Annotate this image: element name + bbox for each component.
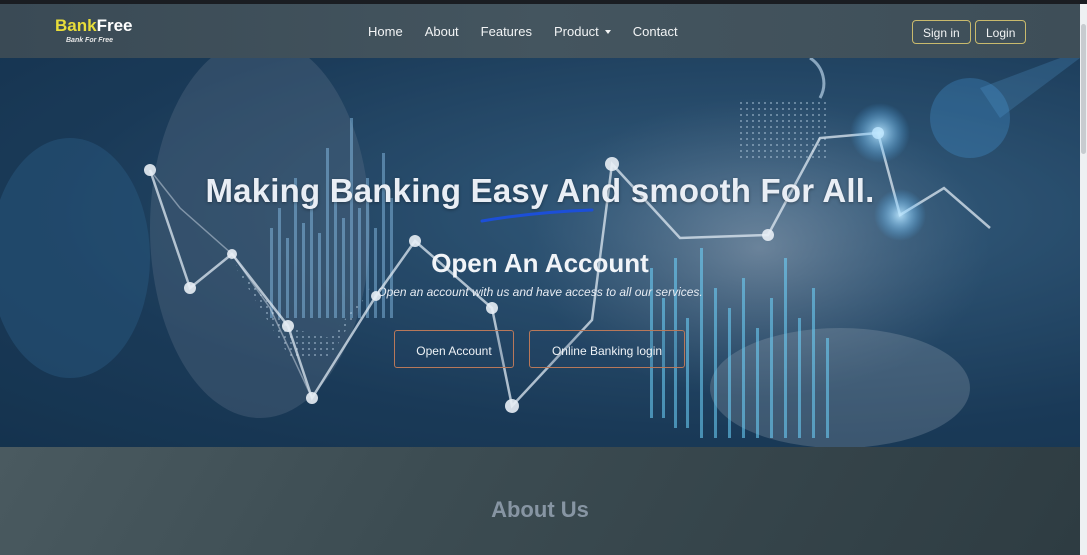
nav-link-contact[interactable]: Contact xyxy=(633,24,678,40)
nav-link-product[interactable]: Product xyxy=(554,24,611,40)
brand-logo[interactable]: BankFree Bank For Free xyxy=(55,16,133,44)
brand-name: BankFree xyxy=(55,16,133,35)
nav-links: Home About Features Product Contact xyxy=(368,24,700,40)
brand-tagline: Bank For Free xyxy=(66,37,114,44)
online-banking-login-button[interactable]: Online Banking login xyxy=(529,330,685,368)
about-title: About Us xyxy=(491,497,589,522)
hero-subtitle: Open An Account xyxy=(431,248,649,278)
chevron-down-icon xyxy=(604,30,611,34)
page-scrollbar[interactable] xyxy=(1080,4,1087,555)
scrollbar-thumb[interactable] xyxy=(1081,24,1086,154)
hero-title-underline xyxy=(480,208,594,223)
nav-link-about[interactable]: About xyxy=(425,24,459,40)
nav-link-home[interactable]: Home xyxy=(368,24,403,40)
brand-name-bank: Bank xyxy=(55,16,97,35)
hero-title: Making Banking Easy And smooth For All. xyxy=(205,172,875,209)
hero-description: Open an account with us and have access … xyxy=(377,285,703,299)
signin-button[interactable]: Sign in xyxy=(912,20,971,44)
navbar: BankFree Bank For Free Home About Featur… xyxy=(0,4,1087,58)
login-button[interactable]: Login xyxy=(975,20,1027,44)
brand-name-free: Free xyxy=(96,16,133,35)
about-section: About Us xyxy=(0,447,1080,555)
open-account-button[interactable]: Open Account xyxy=(394,330,514,368)
hero-section: Making Banking Easy And smooth For All. … xyxy=(0,58,1080,447)
nav-link-product-label: Product xyxy=(553,24,599,39)
nav-link-features[interactable]: Features xyxy=(481,24,532,40)
